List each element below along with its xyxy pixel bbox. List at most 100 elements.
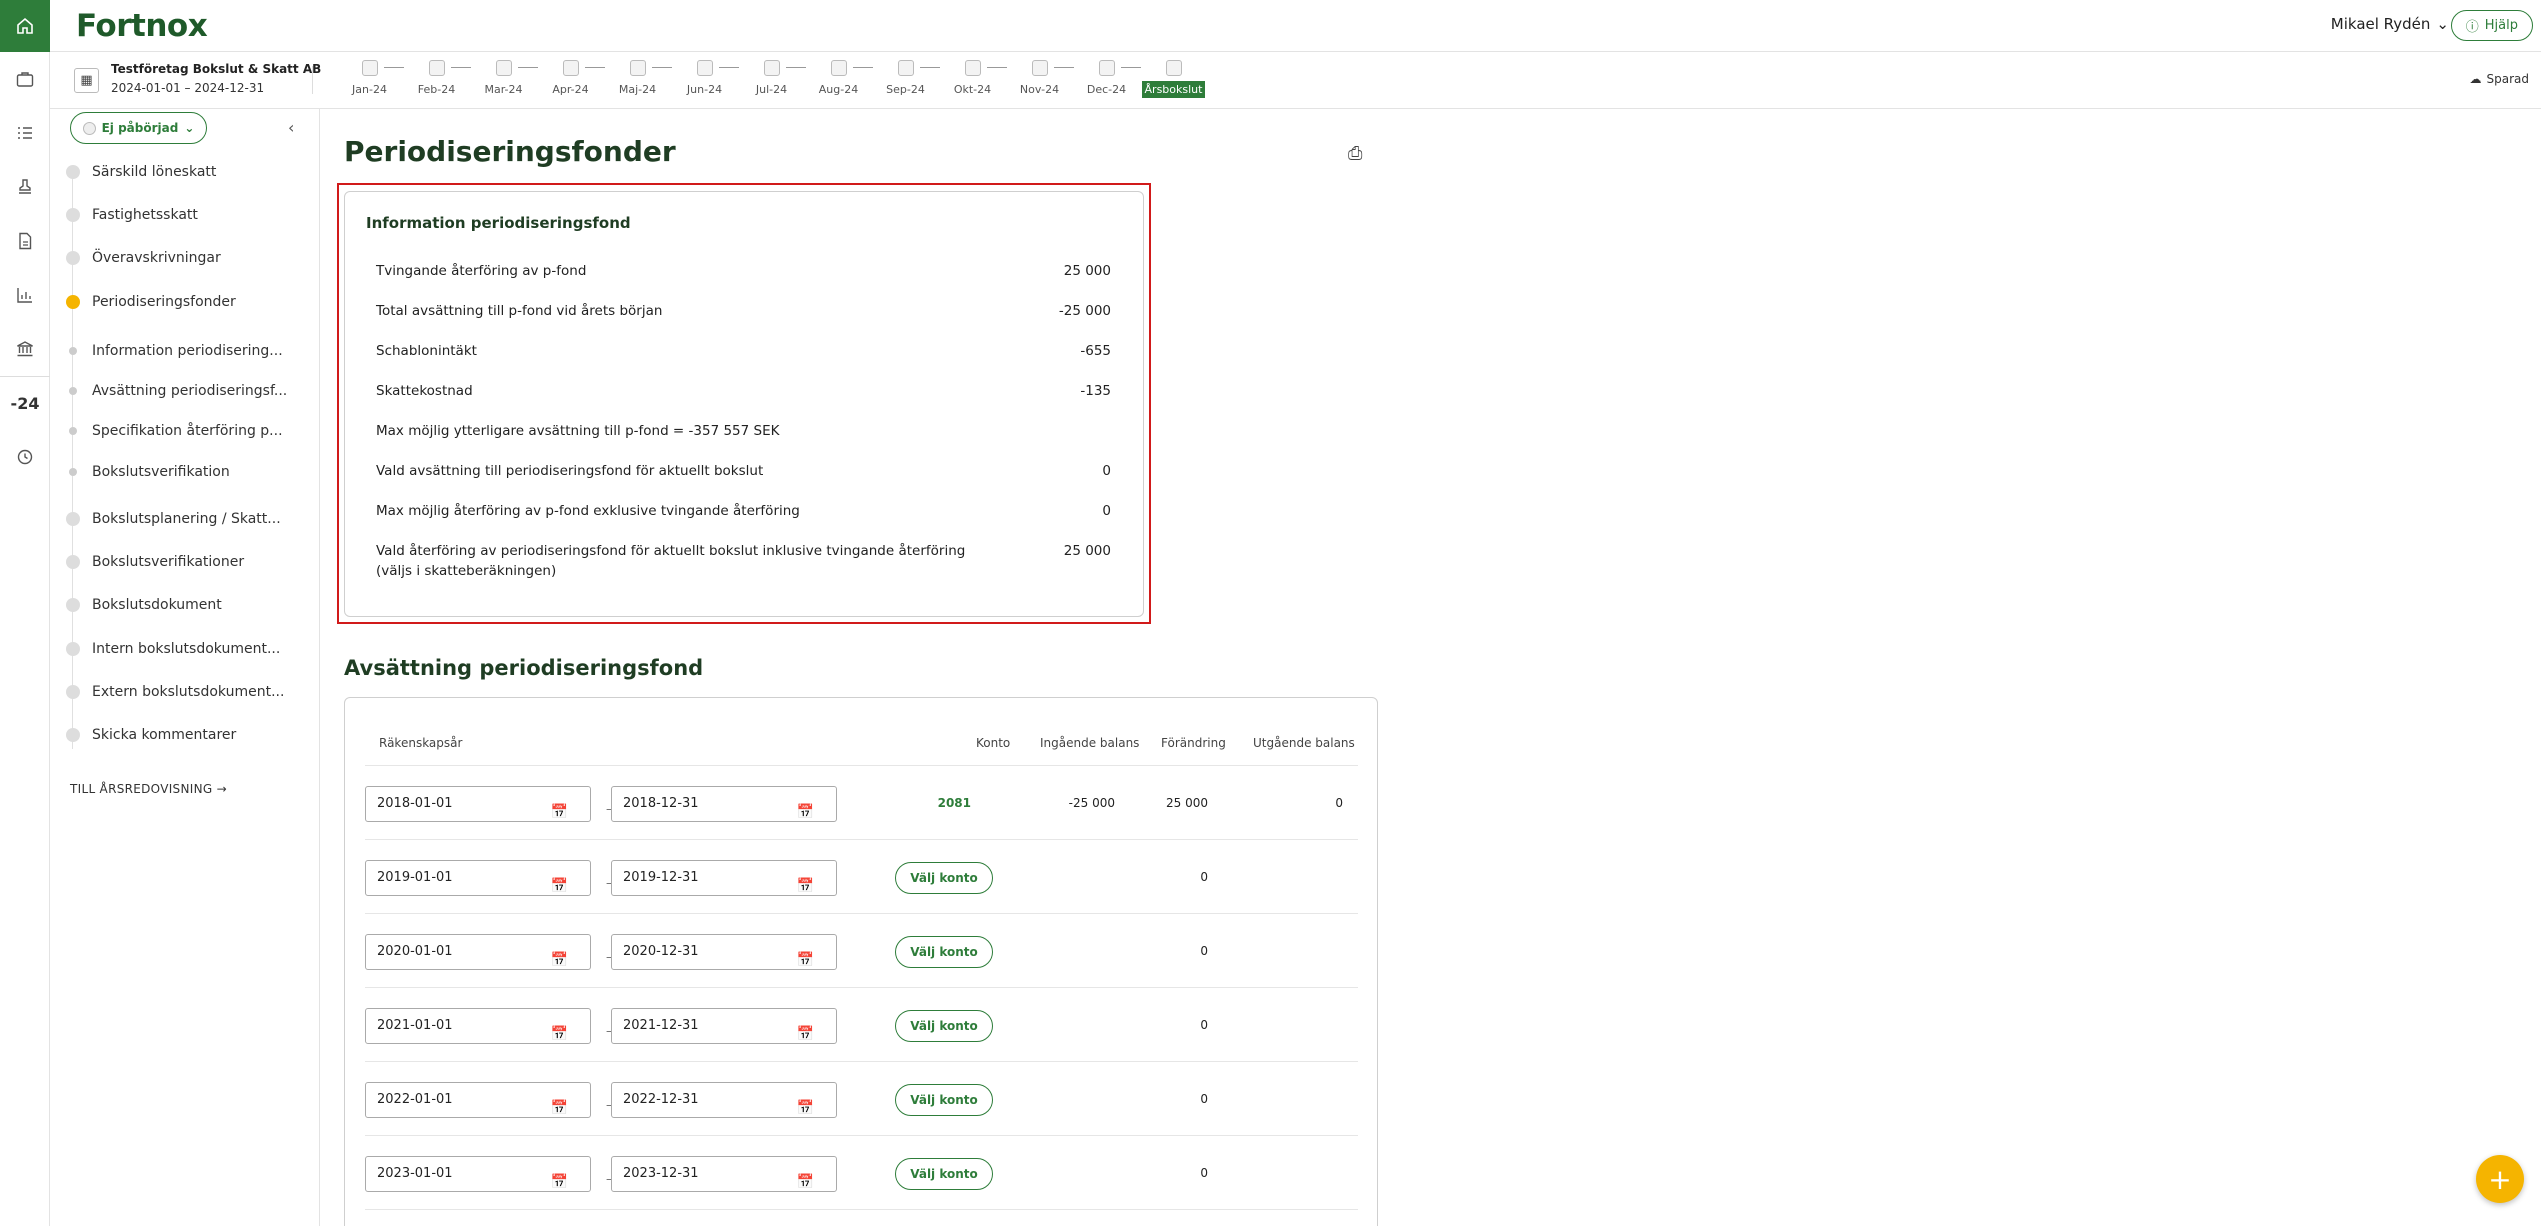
info-row: Total avsättning till p-fond vid årets b… <box>376 303 1111 319</box>
home-icon[interactable] <box>0 0 50 52</box>
briefcase-icon[interactable] <box>0 52 50 106</box>
calendar-icon[interactable]: 📅 <box>551 1165 568 1199</box>
to-date-input[interactable]: 2022-12-31 📅 <box>611 1082 837 1118</box>
sidebar-item-fastighetsskatt[interactable]: Fastighetsskatt <box>66 207 198 223</box>
sidebar-item-bokslutsplanering[interactable]: Bokslutsplanering / Skatt... <box>66 511 281 527</box>
calendar-icon[interactable]: 📅 <box>797 795 814 829</box>
choose-account-button[interactable]: Välj konto <box>895 1158 993 1190</box>
calendar-icon[interactable]: 📅 <box>551 795 568 829</box>
information-card: Information periodiseringsfond Tvingande… <box>344 191 1144 617</box>
info-row: Tvingande återföring av p-fond 25 000 <box>376 263 1111 279</box>
calendar-icon[interactable]: 📅 <box>551 1091 568 1125</box>
document-icon[interactable] <box>0 214 50 268</box>
month-feb[interactable]: Feb-24 <box>403 60 471 98</box>
month-sep[interactable]: Sep-24 <box>872 60 940 98</box>
change-value: 0 <box>1200 944 1208 958</box>
from-date-input[interactable]: 2021-01-01 📅 <box>365 1008 591 1044</box>
collapse-sidebar-icon[interactable]: ‹ <box>288 118 294 137</box>
bank-icon[interactable] <box>0 322 50 376</box>
to-date-input[interactable]: 2023-12-31 📅 <box>611 1156 837 1192</box>
to-date-input[interactable]: 2019-12-31 📅 <box>611 860 837 896</box>
company-name: Testföretag Bokslut & Skatt AB <box>111 62 322 76</box>
lock-icon <box>763 60 780 76</box>
from-date-input[interactable]: 2020-01-01 📅 <box>365 934 591 970</box>
to-date-input[interactable]: 2020-12-31 📅 <box>611 934 837 970</box>
to-report-label: TILL ÅRSREDOVISNING <box>70 782 213 796</box>
month-dec[interactable]: Dec-24 <box>1073 60 1141 98</box>
choose-account-button[interactable]: Välj konto <box>895 862 993 894</box>
status-dot-icon <box>82 121 96 135</box>
header-closing: Utgående balans <box>1253 736 1355 750</box>
lock-icon <box>562 60 579 76</box>
page-title: Periodiseringsfonder <box>344 135 676 168</box>
arrow-right-icon: → <box>216 782 227 796</box>
to-annual-report-link[interactable]: TILL ÅRSREDOVISNING → <box>70 782 227 796</box>
sidebar-item-extern-bokslutsdokument[interactable]: Extern bokslutsdokument... <box>66 684 284 700</box>
choose-account-button[interactable]: Välj konto <box>895 1084 993 1116</box>
calendar-icon[interactable]: 📅 <box>551 1017 568 1051</box>
account-link[interactable]: 2081 <box>911 796 971 810</box>
lock-icon <box>495 60 512 76</box>
sidebar-subitem-specifikation[interactable]: Specifikation återföring p... <box>66 423 283 439</box>
calendar-icon[interactable]: 📅 <box>797 1091 814 1125</box>
month-jun[interactable]: Jun-24 <box>671 60 739 98</box>
month-maj[interactable]: Maj-24 <box>604 60 672 98</box>
stamp-icon[interactable] <box>0 160 50 214</box>
checklist-icon[interactable] <box>0 106 50 160</box>
calendar-icon[interactable]: 📅 <box>797 943 814 977</box>
sidebar-item-periodiseringsfonder[interactable]: Periodiseringsfonder <box>66 294 236 310</box>
to-date-input[interactable]: 2021-12-31 📅 <box>611 1008 837 1044</box>
choose-account-button[interactable]: Välj konto <box>895 936 993 968</box>
plus-icon: + <box>2488 1162 2512 1196</box>
calendar-icon[interactable]: 📅 <box>551 943 568 977</box>
month-jul[interactable]: Jul-24 <box>738 60 806 98</box>
sidebar-subitem-avsattning[interactable]: Avsättning periodiseringsf... <box>66 383 287 399</box>
history-icon[interactable] <box>0 430 50 484</box>
fortnox-logo[interactable]: Fortnox <box>76 8 208 44</box>
sidebar-item-intern-bokslutsdokument[interactable]: Intern bokslutsdokument... <box>66 641 280 657</box>
chart-icon[interactable] <box>0 268 50 322</box>
sidebar-item-bokslutsverifikationer[interactable]: Bokslutsverifikationer <box>66 554 244 570</box>
sidebar-subitem-information[interactable]: Information periodisering... <box>66 343 283 359</box>
month-mar[interactable]: Mar-24 <box>470 60 538 98</box>
choose-account-button[interactable]: Välj konto <box>895 1010 993 1042</box>
add-button[interactable]: + <box>2476 1155 2524 1203</box>
calendar-icon[interactable]: 📅 <box>797 1017 814 1051</box>
lock-icon <box>361 60 378 76</box>
sidebar-item-sarskild-loneskatt[interactable]: Särskild löneskatt <box>66 164 216 180</box>
company-selector[interactable]: ▦ Testföretag Bokslut & Skatt AB 2024-01… <box>74 62 321 95</box>
calendar-icon[interactable]: 📅 <box>797 869 814 903</box>
month-apr[interactable]: Apr-24 <box>537 60 605 98</box>
calendar-icon[interactable]: 📅 <box>797 1165 814 1199</box>
cloud-icon: ☁ <box>2469 72 2482 86</box>
table-row <box>365 1209 1358 1226</box>
from-date-input[interactable]: 2022-01-01 📅 <box>365 1082 591 1118</box>
divider <box>312 66 313 94</box>
user-menu[interactable]: Mikael Rydén ⌄ <box>2331 15 2449 33</box>
help-button[interactable]: ⓘ Hjälp <box>2450 10 2533 41</box>
month-okt[interactable]: Okt-24 <box>939 60 1007 98</box>
month-jan[interactable]: Jan-24 <box>336 60 404 98</box>
sidebar-item-bokslutsdokument[interactable]: Bokslutsdokument <box>66 597 222 613</box>
calendar-icon[interactable]: 📅 <box>551 869 568 903</box>
saved-label: Sparad <box>2486 72 2530 86</box>
table-row: 2020-01-01 📅 – 2020-12-31 📅 Välj konto 0 <box>365 913 1358 987</box>
status-dropdown[interactable]: Ej påbörjad ⌄ <box>70 112 207 144</box>
month-aug[interactable]: Aug-24 <box>805 60 873 98</box>
header-opening: Ingående balans <box>1040 736 1140 750</box>
to-date-input[interactable]: 2018-12-31 📅 <box>611 786 837 822</box>
from-date-input[interactable]: 2018-01-01 📅 <box>365 786 591 822</box>
period-bar: ▦ Testföretag Bokslut & Skatt AB 2024-01… <box>50 52 2541 109</box>
month-arsbokslut[interactable]: Årsbokslut <box>1140 60 1207 98</box>
sidebar-subitem-bokslutsverifikation[interactable]: Bokslutsverifikation <box>66 464 230 480</box>
sidebar-item-overavskrivningar[interactable]: Överavskrivningar <box>66 250 221 266</box>
chevron-down-icon: ⌄ <box>184 121 195 135</box>
from-date-input[interactable]: 2019-01-01 📅 <box>365 860 591 896</box>
info-row: Max möjlig återföring av p-fond exklusiv… <box>376 503 1111 519</box>
help-label: Hjälp <box>2484 18 2518 33</box>
month-nov[interactable]: Nov-24 <box>1006 60 1074 98</box>
print-icon[interactable]: ⎙ <box>1348 143 1362 164</box>
sidebar-item-skicka-kommentarer[interactable]: Skicka kommentarer <box>66 727 236 743</box>
period-indicator[interactable]: -24 <box>0 376 50 430</box>
from-date-input[interactable]: 2023-01-01 📅 <box>365 1156 591 1192</box>
